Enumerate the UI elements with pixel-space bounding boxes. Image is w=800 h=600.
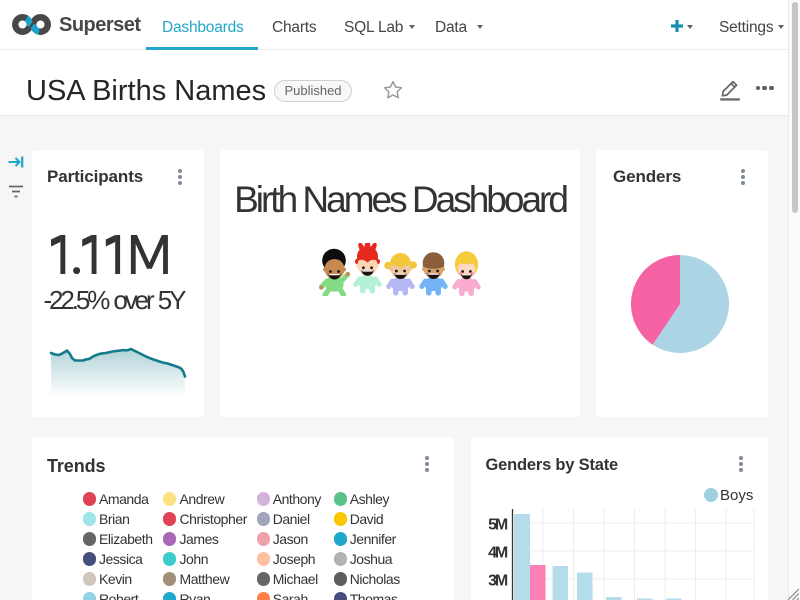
svg-text:4M: 4M <box>488 545 508 562</box>
svg-text:5M: 5M <box>488 517 508 534</box>
svg-text:3M: 3M <box>488 573 508 590</box>
